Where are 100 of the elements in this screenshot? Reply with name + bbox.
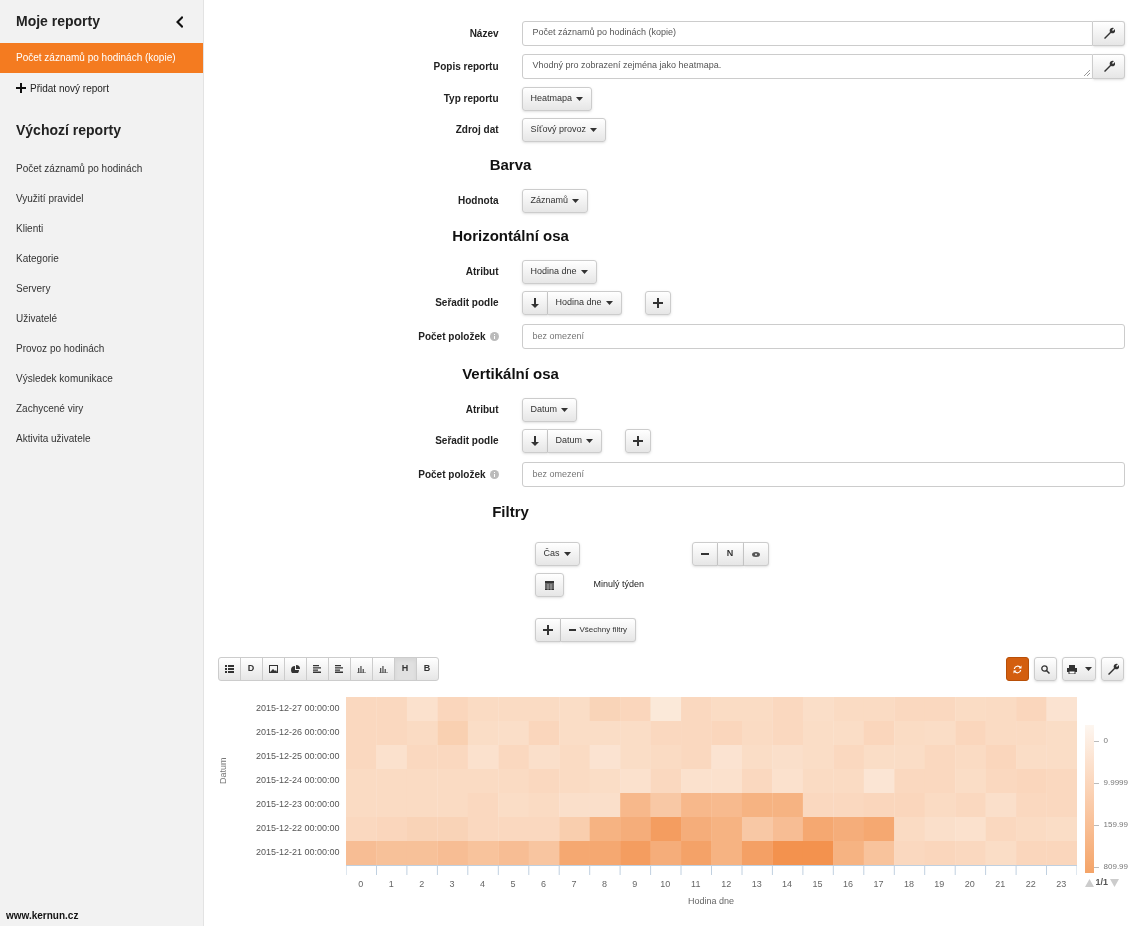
add-report-link[interactable]: Přidat nový report [0, 73, 203, 103]
minus-icon [568, 629, 576, 631]
field-label: Název [469, 26, 499, 41]
view-button[interactable] [261, 657, 285, 681]
print-button[interactable] [1062, 657, 1096, 681]
axis-label: 18 [903, 878, 914, 891]
sidebar-item[interactable]: Zachycené viry [0, 394, 203, 424]
input-field[interactable]: bez omezení [521, 323, 1125, 349]
add-filter-button[interactable] [534, 618, 561, 642]
refresh-icon [1013, 664, 1022, 674]
axis-label: 22 [1025, 878, 1036, 891]
sidebar-item[interactable]: Uživatelé [0, 304, 203, 334]
axis-label: 15 [812, 878, 823, 891]
column-chart-icon [356, 665, 366, 673]
caret-icon [561, 407, 569, 412]
image-icon [268, 665, 278, 673]
row-label: 2015-12-23 00:00:00 [255, 798, 340, 812]
remove-filter-button[interactable] [691, 542, 718, 566]
add-sort-button[interactable] [644, 290, 671, 315]
axis-label: 12 [721, 878, 732, 891]
axis-label: 0 [358, 878, 364, 891]
caret-icon [572, 198, 580, 203]
input-field[interactable]: bez omezení [521, 461, 1125, 487]
page-indicator: 1/1 [1095, 876, 1109, 889]
field-label: Zdroj dat [455, 123, 499, 137]
wrench-icon [1102, 60, 1115, 72]
row-label: 2015-12-25 00:00:00 [255, 750, 340, 764]
sidebar-item[interactable]: Kategorie [0, 244, 203, 274]
add-sort-button[interactable] [625, 428, 652, 453]
remove-all-filters-button[interactable]: Všechny filtry [560, 618, 637, 642]
arrow-down-icon [530, 297, 539, 308]
legend-label: 0 [1103, 735, 1108, 747]
field-label: Atribut [465, 403, 499, 417]
row-label: 2015-12-21 00:00:00 [255, 846, 340, 860]
field-label: Hodnota [458, 194, 499, 208]
sidebar-item[interactable]: Aktivita uživatele [0, 424, 203, 454]
sidebar-item[interactable]: Provoz po hodinách [0, 334, 203, 364]
view-button[interactable] [217, 657, 241, 681]
section-heading: Filtry [492, 501, 529, 522]
pie-chart-icon [290, 665, 300, 673]
wrench-button[interactable] [1093, 20, 1125, 46]
legend-label: 159.99 [1103, 819, 1128, 831]
triangle-up-icon [1084, 878, 1094, 887]
wrench-icon [1106, 663, 1119, 675]
section-title: Výchozí reporty [15, 121, 123, 140]
footer-link[interactable]: www.kernun.cz [0, 908, 203, 926]
sidebar-item[interactable]: Využití pravidel [0, 184, 203, 214]
refresh-button[interactable] [1006, 657, 1029, 681]
axis-label: 23 [1056, 878, 1067, 891]
axis-title: Datum [216, 757, 229, 784]
view-button[interactable]: B [415, 657, 439, 681]
info-icon [489, 331, 499, 341]
axis-label: 19 [934, 878, 945, 891]
visibility-button[interactable] [743, 542, 769, 566]
search-icon [1041, 664, 1050, 674]
chevron-left-icon [174, 15, 183, 28]
caret-icon [586, 438, 594, 443]
legend-label: 809.99 [1103, 861, 1128, 873]
tick-mark [1093, 866, 1099, 868]
plus-icon [542, 625, 553, 635]
calendar-button[interactable] [534, 573, 564, 597]
dropdown-button[interactable]: Síťový provoz [521, 117, 606, 142]
view-button[interactable]: H [393, 657, 417, 681]
sidebar-item[interactable]: Servery [0, 274, 203, 304]
dropdown-button[interactable]: Datum [521, 397, 578, 422]
sidebar-item[interactable]: Počet záznamů po hodinách [0, 154, 203, 184]
dropdown-button[interactable]: Heatmapa [521, 86, 593, 111]
tick-mark [1093, 824, 1099, 826]
negate-button[interactable]: N [717, 542, 744, 566]
axis-label: 2 [419, 878, 425, 891]
field-label: Počet položek [418, 329, 486, 344]
triangle-down-icon [1110, 878, 1120, 887]
dropdown-button[interactable]: Hodina dne [547, 290, 622, 315]
view-button[interactable] [305, 657, 329, 681]
dropdown-button[interactable]: Hodina dne [521, 259, 597, 284]
view-button[interactable] [327, 657, 351, 681]
sidebar-item[interactable]: Výsledek komunikace [0, 364, 203, 394]
sort-direction-button[interactable] [521, 290, 548, 315]
wrench-button[interactable] [1093, 53, 1125, 79]
sort-direction-button[interactable] [521, 428, 548, 453]
field-label: Seřadit podle [435, 434, 499, 448]
section-heading: Barva [489, 154, 532, 175]
dropdown-button[interactable]: Čas [534, 542, 580, 566]
axis-label: 14 [782, 878, 793, 891]
view-button[interactable]: D [239, 657, 263, 681]
sidebar-item[interactable]: Klienti [0, 214, 203, 244]
dropdown-button[interactable]: Datum [547, 428, 603, 453]
dropdown-button[interactable]: Záznamů [521, 188, 589, 213]
row-label: 2015-12-26 00:00:00 [255, 726, 340, 740]
search-button[interactable] [1034, 657, 1057, 681]
view-button[interactable] [283, 657, 307, 681]
printer-icon [1066, 664, 1077, 674]
caret-icon [589, 127, 597, 132]
axis-label: 9 [632, 878, 638, 891]
input-field[interactable]: Počet záznamů po hodinách (kopie) [521, 20, 1093, 46]
text-area[interactable]: Vhodný pro zobrazení zejména jako heatmapa. [521, 53, 1093, 79]
axis-label: 1 [388, 878, 394, 891]
axis-label: 6 [540, 878, 546, 891]
row-label: 2015-12-22 00:00:00 [255, 822, 340, 836]
wrench-button[interactable] [1101, 657, 1124, 681]
